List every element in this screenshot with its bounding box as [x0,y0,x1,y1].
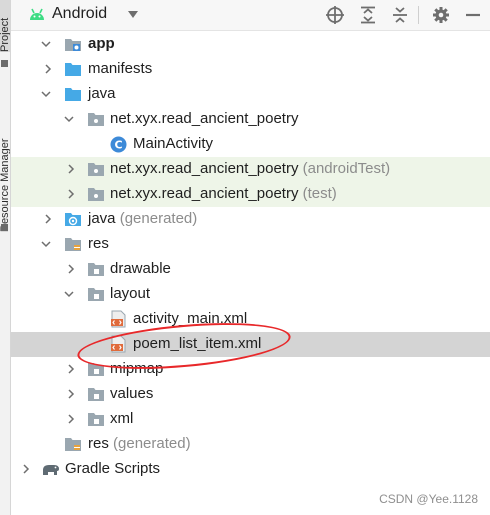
tree-item-drawable[interactable]: drawable [11,257,490,282]
tree-item-label: poem_list_item.xml [133,335,262,352]
chevron-down-icon[interactable] [64,289,74,299]
chevron-right-icon[interactable] [43,64,53,74]
tree-item-label: app [88,35,115,52]
tree-item-label: values [110,385,154,402]
chevron-down-icon[interactable] [41,39,51,49]
gradle-elephant-icon [43,465,59,475]
resource-manager-tool-tab[interactable]: Resource Manager [0,96,10,232]
tree-item-suffix: (test) [302,185,337,202]
tree-item-label: net.xyx.read_ancient_poetry [110,110,299,127]
tree-item-label: net.xyx.read_ancient_poetry (test) [110,185,337,202]
tree-item-values[interactable]: values [11,382,490,407]
tree-item-label: java (generated) [88,210,198,227]
tree-item-label: xml [110,410,134,427]
chevron-right-icon[interactable] [21,464,31,474]
package-icon [88,188,104,201]
module-folder-icon [65,39,81,51]
project-tab-marker [1,60,8,67]
tree-item-package-android-test[interactable]: net.xyx.read_ancient_poetry (androidTest… [11,157,490,182]
class-icon: C [110,136,127,153]
svg-text:C: C [114,139,122,152]
android-icon [30,8,44,20]
tree-item-label: MainActivity [133,135,214,152]
folder-icon [65,88,81,101]
tree-item-activity-main-xml[interactable]: activity_main.xml [11,307,490,332]
tree-item-gradle-scripts[interactable]: Gradle Scripts [11,457,490,482]
resource-folder-icon [65,438,81,451]
chevron-right-icon[interactable] [66,364,76,374]
tree-item-suffix: (generated) [119,210,198,227]
folder-icon [88,288,104,301]
tree-item-label: activity_main.xml [133,310,248,327]
tree-item-layout[interactable]: layout [11,282,490,307]
gear-icon[interactable] [431,5,451,25]
tree-item-label: Gradle Scripts [65,460,161,477]
chevron-down-icon[interactable] [41,239,51,249]
tree-item-package-main[interactable]: net.xyx.read_ancient_poetry [11,107,490,132]
tree-item-res-generated[interactable]: res (generated) [11,432,490,457]
chevron-right-icon[interactable] [66,414,76,424]
generated-folder-icon [65,213,81,226]
tree-item-app[interactable]: app [11,32,490,57]
tree-item-xml[interactable]: xml [11,407,490,432]
tree-item-main-activity[interactable]: C MainActivity [11,132,490,157]
tree-item-label: drawable [110,260,171,277]
tree-item-label: manifests [88,60,153,77]
project-toolbar: Android [11,0,490,31]
chevron-right-icon[interactable] [66,264,76,274]
tree-item-label: net.xyx.read_ancient_poetry (androidTest… [110,160,391,177]
tree-item-java[interactable]: java [11,82,490,107]
expand-all-icon[interactable] [358,5,378,25]
layout-xml-file-icon [111,310,126,328]
hide-icon[interactable] [463,5,483,25]
toolbar-separator [418,6,419,24]
tree-item-java-generated[interactable]: java (generated) [11,207,490,232]
crosshair-icon[interactable] [325,5,345,25]
chevron-down-icon[interactable] [64,114,74,124]
package-icon [88,113,104,126]
tree-item-mipmap[interactable]: mipmap [11,357,490,382]
folder-icon [65,63,81,76]
tree-item-suffix: (androidTest) [302,160,391,177]
folder-icon [88,263,104,276]
folder-icon [88,388,104,401]
watermark: CSDN @Yee.1128 [379,492,478,506]
tree-item-label: java [88,85,116,102]
left-tool-strip: Project Resource Manager [0,0,11,515]
tree-item-poem-list-item-xml[interactable]: poem_list_item.xml [11,332,490,357]
tree-item-suffix: (generated) [113,435,191,452]
layout-xml-file-icon [111,335,126,353]
chevron-right-icon[interactable] [66,189,76,199]
chevron-right-icon[interactable] [66,164,76,174]
view-selector[interactable]: Android [52,5,107,23]
package-icon [88,163,104,176]
tree-item-res[interactable]: res [11,232,490,257]
tree-item-package-test[interactable]: net.xyx.read_ancient_poetry (test) [11,182,490,207]
tree-item-label: layout [110,285,151,302]
collapse-all-icon[interactable] [390,5,410,25]
chevron-right-icon[interactable] [66,389,76,399]
tree-item-label: mipmap [110,360,164,377]
resource-manager-marker [1,224,8,231]
chevron-down-icon[interactable] [128,11,138,18]
resource-folder-icon [65,238,81,251]
chevron-down-icon[interactable] [41,89,51,99]
chevron-right-icon[interactable] [43,214,53,224]
tree-item-label: res (generated) [88,435,191,452]
folder-icon [88,363,104,376]
tree-item-label: res [88,235,109,252]
folder-icon [88,413,104,426]
tree-item-manifests[interactable]: manifests [11,57,490,82]
project-tool-tab[interactable]: Project [0,0,10,52]
